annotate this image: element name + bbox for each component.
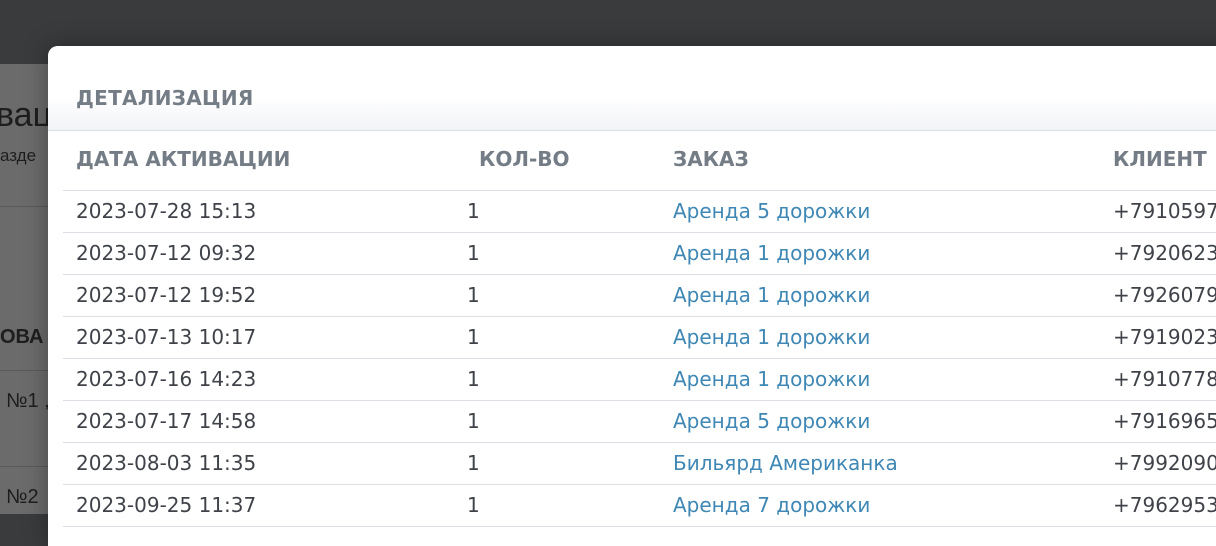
client-cell: +7920623 bbox=[1113, 241, 1216, 265]
table-row: 2023-08-03 11:35 1 Бильярд Американка +7992… bbox=[63, 443, 1216, 485]
background-row: №1 , bbox=[6, 390, 50, 412]
date-cell: 2023-07-28 15:13 bbox=[76, 199, 257, 223]
order-link[interactable]: Аренда 1 дорожки bbox=[673, 367, 870, 391]
client-cell: +79105978 bbox=[1113, 199, 1216, 223]
quantity-cell: 1 bbox=[467, 241, 480, 265]
column-header-qty[interactable]: КОЛ-ВО bbox=[479, 147, 570, 171]
date-cell: 2023-07-13 10:17 bbox=[76, 325, 257, 349]
date-cell: 2023-07-17 14:58 bbox=[76, 409, 257, 433]
background-page-subtitle: азде bbox=[0, 146, 37, 165]
background-divider bbox=[0, 206, 50, 207]
table-row: 2023-07-17 14:58 1 Аренда 5 дорожки +791696… bbox=[63, 401, 1216, 443]
table-row: 2023-07-28 15:13 1 Аренда 5 дорожки +791059… bbox=[63, 191, 1216, 233]
background-divider bbox=[0, 370, 50, 371]
details-modal: ДЕТАЛИЗАЦИЯ ДАТА АКТИВАЦИИ КОЛ-ВО ЗАКАЗ … bbox=[48, 46, 1216, 546]
client-cell: +79190238 bbox=[1113, 325, 1216, 349]
table-header: ДАТА АКТИВАЦИИ КОЛ-ВО ЗАКАЗ КЛИЕНТ bbox=[63, 130, 1216, 191]
table-row: 2023-07-13 10:17 1 Аренда 1 дорожки +791902… bbox=[63, 317, 1216, 359]
modal-header: ДЕТАЛИЗАЦИЯ bbox=[48, 46, 1216, 131]
column-header-order[interactable]: ЗАКАЗ bbox=[673, 147, 749, 171]
client-cell: +79169650 bbox=[1113, 409, 1216, 433]
client-cell: +7962953 bbox=[1113, 493, 1216, 517]
quantity-cell: 1 bbox=[467, 199, 480, 223]
background-column-header: ОВА bbox=[0, 326, 44, 348]
date-cell: 2023-07-12 19:52 bbox=[76, 283, 257, 307]
date-cell: 2023-08-03 11:35 bbox=[76, 451, 257, 475]
date-cell: 2023-07-12 09:32 bbox=[76, 241, 257, 265]
quantity-cell: 1 bbox=[467, 451, 480, 475]
order-link[interactable]: Аренда 7 дорожки bbox=[673, 493, 870, 517]
table-row: 2023-07-12 09:32 1 Аренда 1 дорожки +792062… bbox=[63, 233, 1216, 275]
order-link[interactable]: Аренда 1 дорожки bbox=[673, 325, 870, 349]
order-link[interactable]: Аренда 5 дорожки bbox=[673, 199, 870, 223]
client-cell: +7910778 bbox=[1113, 367, 1216, 391]
quantity-cell: 1 bbox=[467, 409, 480, 433]
order-link[interactable]: Аренда 5 дорожки bbox=[673, 409, 870, 433]
quantity-cell: 1 bbox=[467, 367, 480, 391]
column-header-date[interactable]: ДАТА АКТИВАЦИИ bbox=[76, 147, 290, 171]
quantity-cell: 1 bbox=[467, 283, 480, 307]
table-row: 2023-09-25 11:37 1 Аренда 7 дорожки +796295… bbox=[63, 485, 1216, 527]
background-row: №2 bbox=[6, 486, 39, 508]
date-cell: 2023-09-25 11:37 bbox=[76, 493, 257, 517]
background-divider bbox=[0, 466, 50, 467]
details-table: ДАТА АКТИВАЦИИ КОЛ-ВО ЗАКАЗ КЛИЕНТ 2023-… bbox=[63, 130, 1216, 527]
client-cell: +7992090 bbox=[1113, 451, 1216, 475]
quantity-cell: 1 bbox=[467, 325, 480, 349]
order-link[interactable]: Аренда 1 дорожки bbox=[673, 283, 870, 307]
date-cell: 2023-07-16 14:23 bbox=[76, 367, 257, 391]
table-body: 2023-07-28 15:13 1 Аренда 5 дорожки +791059… bbox=[63, 191, 1216, 527]
column-header-client[interactable]: КЛИЕНТ bbox=[1113, 147, 1207, 171]
modal-title: ДЕТАЛИЗАЦИЯ bbox=[76, 86, 254, 110]
client-cell: +7926079 bbox=[1113, 283, 1216, 307]
order-link[interactable]: Бильярд Американка bbox=[673, 451, 898, 475]
order-link[interactable]: Аренда 1 дорожки bbox=[673, 241, 870, 265]
table-row: 2023-07-16 14:23 1 Аренда 1 дорожки +791077… bbox=[63, 359, 1216, 401]
table-row: 2023-07-12 19:52 1 Аренда 1 дорожки +792607… bbox=[63, 275, 1216, 317]
quantity-cell: 1 bbox=[467, 493, 480, 517]
